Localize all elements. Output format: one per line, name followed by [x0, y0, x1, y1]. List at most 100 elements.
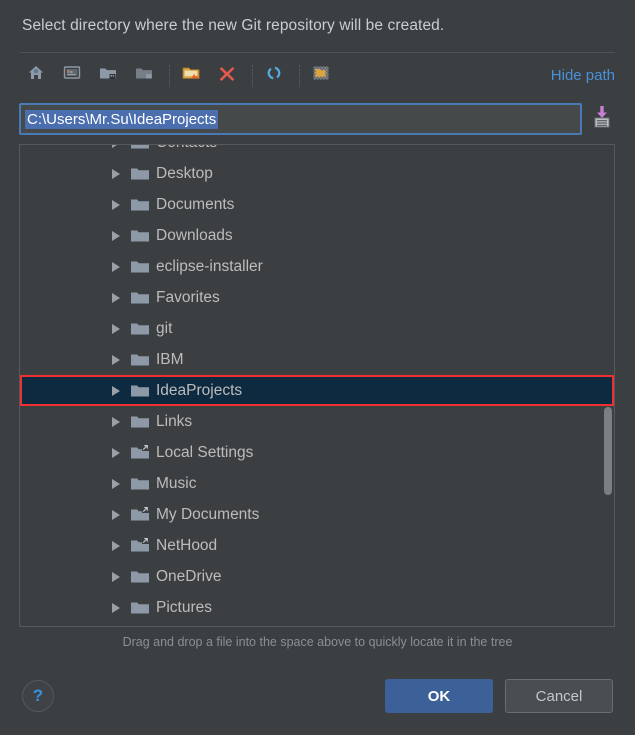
- folder-shortcut-icon: [130, 444, 156, 462]
- tree-row-label: NetHood: [156, 536, 218, 554]
- expand-arrow-icon[interactable]: [112, 385, 130, 396]
- refresh-button[interactable]: [258, 61, 290, 91]
- folder-icon: [130, 227, 156, 245]
- folder-icon: [130, 475, 156, 493]
- expand-arrow-icon[interactable]: [112, 447, 130, 458]
- dialog-action-buttons: OK Cancel: [385, 679, 613, 713]
- path-input-value: C:\Users\Mr.Su\IdeaProjects: [25, 109, 219, 129]
- dialog-header: Select directory where the new Git repos…: [0, 0, 635, 52]
- home-button[interactable]: [20, 61, 52, 91]
- expand-arrow-icon[interactable]: [112, 571, 130, 582]
- expand-arrow-icon[interactable]: [112, 292, 130, 303]
- home-icon: [26, 63, 46, 88]
- tree-row-label: Contacts: [156, 145, 217, 152]
- expand-arrow-icon[interactable]: [112, 323, 130, 334]
- tree-row-label: Pictures: [156, 598, 212, 616]
- expand-arrow-icon[interactable]: [112, 416, 130, 427]
- project-directory-button[interactable]: [92, 61, 124, 91]
- folder-icon: [130, 413, 156, 431]
- toolbar-separator: [299, 64, 300, 87]
- folder-icon: [130, 145, 156, 152]
- folder-icon: [130, 568, 156, 586]
- expand-arrow-icon[interactable]: [112, 199, 130, 210]
- tree-row[interactable]: Local Settings: [20, 437, 614, 468]
- tree-row-label: Downloads: [156, 226, 233, 244]
- expand-arrow-icon[interactable]: [112, 478, 130, 489]
- expand-arrow-icon[interactable]: [112, 540, 130, 551]
- tree-rows: Contacts Desktop Documents Downloads eclipse…: [20, 145, 614, 623]
- cancel-button[interactable]: Cancel: [505, 679, 613, 713]
- tree-row-label: Favorites: [156, 288, 220, 306]
- tree-row[interactable]: Links: [20, 406, 614, 437]
- new-folder-button[interactable]: [175, 61, 207, 91]
- folder-icon: [130, 320, 156, 338]
- tree-row-label: Links: [156, 412, 193, 430]
- tree-scrollbar-thumb[interactable]: [604, 407, 612, 495]
- tree-row[interactable]: eclipse-installer: [20, 251, 614, 282]
- tree-row[interactable]: git: [20, 313, 614, 344]
- tree-row[interactable]: Music: [20, 468, 614, 499]
- tree-row-label: git: [156, 319, 173, 337]
- tree-row-label: OneDrive: [156, 567, 222, 585]
- tree-row[interactable]: My Documents: [20, 499, 614, 530]
- tree-row[interactable]: NetHood: [20, 530, 614, 561]
- expand-arrow-icon[interactable]: [112, 509, 130, 520]
- directory-tree[interactable]: Contacts Desktop Documents Downloads eclipse…: [19, 144, 615, 627]
- tree-row[interactable]: Pictures: [20, 592, 614, 623]
- desktop-button[interactable]: [56, 61, 88, 91]
- tree-row[interactable]: Contacts: [20, 145, 614, 158]
- expand-arrow-icon[interactable]: [112, 354, 130, 365]
- help-button[interactable]: ?: [22, 680, 54, 712]
- hide-path-link[interactable]: Hide path: [551, 67, 615, 84]
- folder-icon: [130, 351, 156, 369]
- toolbar-icon-group: [20, 61, 341, 91]
- tree-row-label: IBM: [156, 350, 184, 368]
- tree-row[interactable]: Desktop: [20, 158, 614, 189]
- folder-icon: [134, 63, 154, 88]
- ok-button[interactable]: OK: [385, 679, 493, 713]
- tree-row[interactable]: Favorites: [20, 282, 614, 313]
- tree-row-label: eclipse-installer: [156, 257, 263, 275]
- folder-icon: [130, 289, 156, 307]
- expand-arrow-icon[interactable]: [112, 168, 130, 179]
- tree-row-label: Local Settings: [156, 443, 254, 461]
- delete-icon: [217, 63, 237, 88]
- tree-row[interactable]: IBM: [20, 344, 614, 375]
- delete-button[interactable]: [211, 61, 243, 91]
- folder-shortcut-icon: [130, 537, 156, 555]
- dialog-footer: ? OK Cancel: [0, 657, 635, 735]
- refresh-icon: [264, 63, 284, 88]
- tree-row-label: Documents: [156, 195, 235, 213]
- path-input[interactable]: C:\Users\Mr.Su\IdeaProjects: [19, 103, 582, 135]
- folder-icon: [130, 165, 156, 183]
- tree-row-label: Music: [156, 474, 197, 492]
- folder-icon: [130, 599, 156, 617]
- desktop-icon: [62, 63, 82, 88]
- tree-row-label: IdeaProjects: [156, 381, 243, 399]
- expand-arrow-icon[interactable]: [112, 261, 130, 272]
- show-hidden-files-icon: [311, 63, 331, 88]
- folder-icon: [130, 196, 156, 214]
- tree-row[interactable]: OneDrive: [20, 561, 614, 592]
- expand-arrow-icon[interactable]: [112, 230, 130, 241]
- tree-row[interactable]: Downloads: [20, 220, 614, 251]
- expand-arrow-icon[interactable]: [112, 145, 130, 148]
- tree-row[interactable]: IdeaProjects: [20, 375, 614, 406]
- drag-drop-hint: Drag and drop a file into the space abov…: [122, 635, 513, 649]
- tree-row[interactable]: Documents: [20, 189, 614, 220]
- save-to-disk-icon: [591, 105, 613, 134]
- folder-icon: [130, 382, 156, 400]
- page-title: Select directory where the new Git repos…: [22, 17, 445, 34]
- save-path-button[interactable]: [589, 104, 615, 134]
- new-folder-icon: [181, 63, 201, 88]
- tree-row-label: My Documents: [156, 505, 260, 523]
- show-hidden-files-button[interactable]: [305, 61, 337, 91]
- project-folder-icon: [98, 63, 118, 88]
- path-row: C:\Users\Mr.Su\IdeaProjects: [0, 98, 635, 140]
- toolbar-separator: [252, 64, 253, 87]
- expand-arrow-icon[interactable]: [112, 602, 130, 613]
- module-directory-button[interactable]: [128, 61, 160, 91]
- toolbar: Hide path: [0, 53, 635, 98]
- toolbar-separator: [169, 64, 170, 87]
- tree-row-label: Desktop: [156, 164, 213, 182]
